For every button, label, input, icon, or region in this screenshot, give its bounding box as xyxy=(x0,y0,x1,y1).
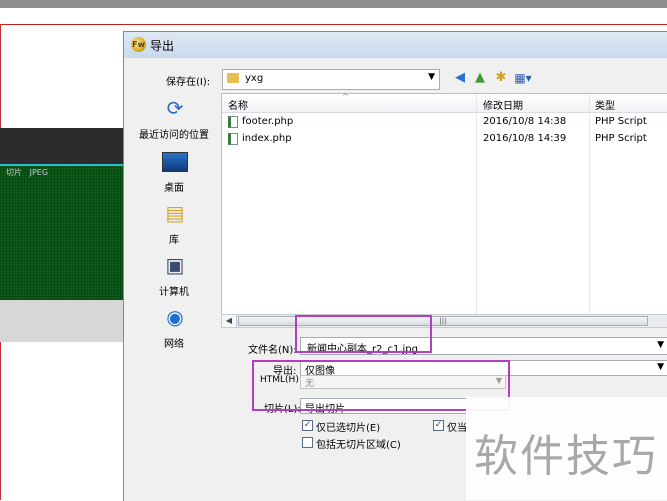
php-file-icon xyxy=(228,133,238,145)
chevron-down-icon[interactable]: ▼ xyxy=(428,72,435,82)
computer-icon: ▣ xyxy=(165,253,185,277)
horizontal-scrollbar[interactable]: ◀ ||| xyxy=(221,314,667,328)
file-date: 2016/10/8 14:39 xyxy=(483,133,567,144)
scroll-left-icon[interactable]: ◀ xyxy=(222,315,237,327)
highlight-filename xyxy=(295,315,432,353)
place-label: 库 xyxy=(169,235,179,246)
save-in-dropdown[interactable]: yxg ▼ xyxy=(222,69,440,90)
php-file-icon xyxy=(228,116,238,128)
file-name: index.php xyxy=(242,133,292,144)
network-icon: ◉ xyxy=(166,305,184,329)
place-label: 网络 xyxy=(164,339,184,350)
canvas-gray-band xyxy=(0,300,123,342)
save-in-label: 保存在(I): xyxy=(166,77,211,88)
column-header-type[interactable]: 类型 xyxy=(595,97,615,112)
column-header-date[interactable]: 修改日期 xyxy=(483,97,523,112)
dialog-title: 导出 xyxy=(150,39,175,53)
place-label: 最近访问的位置 xyxy=(139,130,209,141)
canvas-dark-band xyxy=(0,128,123,164)
include-unsliced-label: 包括无切片区域(C) xyxy=(316,440,401,451)
current-only-checkbox[interactable]: ✓ xyxy=(433,420,444,431)
slice-label: 切片 JPEG xyxy=(6,168,49,177)
chevron-down-icon[interactable]: ▼ xyxy=(657,362,664,372)
place-label: 计算机 xyxy=(159,287,189,298)
save-in-value: yxg xyxy=(245,73,264,84)
filename-label: 文件名(N): xyxy=(248,345,297,356)
list-header: 名称 ^ 修改日期 类型 xyxy=(222,92,667,113)
chevron-down-icon[interactable]: ▼ xyxy=(657,340,664,350)
slice-overlay[interactable] xyxy=(0,166,123,300)
sort-up-icon: ^ xyxy=(342,92,349,101)
file-list[interactable]: 名称 ^ 修改日期 类型 footer.php 2016/10/8 14:38 … xyxy=(221,92,667,315)
file-name: footer.php xyxy=(242,116,294,127)
file-row[interactable]: index.php 2016/10/8 14:39 PHP Script xyxy=(222,131,667,148)
watermark-text: 软件技巧 xyxy=(474,431,658,482)
back-arrow-icon[interactable]: ◀ xyxy=(451,69,469,87)
selected-slices-checkbox[interactable]: ✓ xyxy=(302,420,313,431)
up-folder-icon[interactable]: ▲ xyxy=(471,69,489,87)
desktop-icon xyxy=(162,152,188,172)
dialog-titlebar[interactable]: Fw 导出 xyxy=(124,32,667,58)
library-icon: ▤ xyxy=(165,201,185,225)
current-only-label: 仅当 xyxy=(447,423,467,434)
recent-places-icon: ⟳ xyxy=(166,96,184,120)
selected-slices-label: 仅已选切片(E) xyxy=(316,423,381,434)
file-type: PHP Script xyxy=(595,133,647,144)
column-header-name[interactable]: 名称 xyxy=(228,97,248,112)
file-type: PHP Script xyxy=(595,116,647,127)
file-row[interactable]: footer.php 2016/10/8 14:38 PHP Script xyxy=(222,114,667,131)
include-unsliced-checkbox[interactable] xyxy=(302,437,313,448)
file-date: 2016/10/8 14:38 xyxy=(483,116,567,127)
places-bar: ⟳ 最近访问的位置 桌面 ▤ 库 ▣ 计算机 ◉ 网络 xyxy=(124,92,224,352)
app-title-strip xyxy=(0,0,667,8)
view-menu-icon[interactable]: ▦▾ xyxy=(511,69,535,87)
place-label: 桌面 xyxy=(164,183,184,194)
new-folder-icon[interactable]: ✱ xyxy=(492,69,510,87)
app-logo-icon: Fw xyxy=(131,37,146,52)
folder-icon xyxy=(227,73,239,83)
